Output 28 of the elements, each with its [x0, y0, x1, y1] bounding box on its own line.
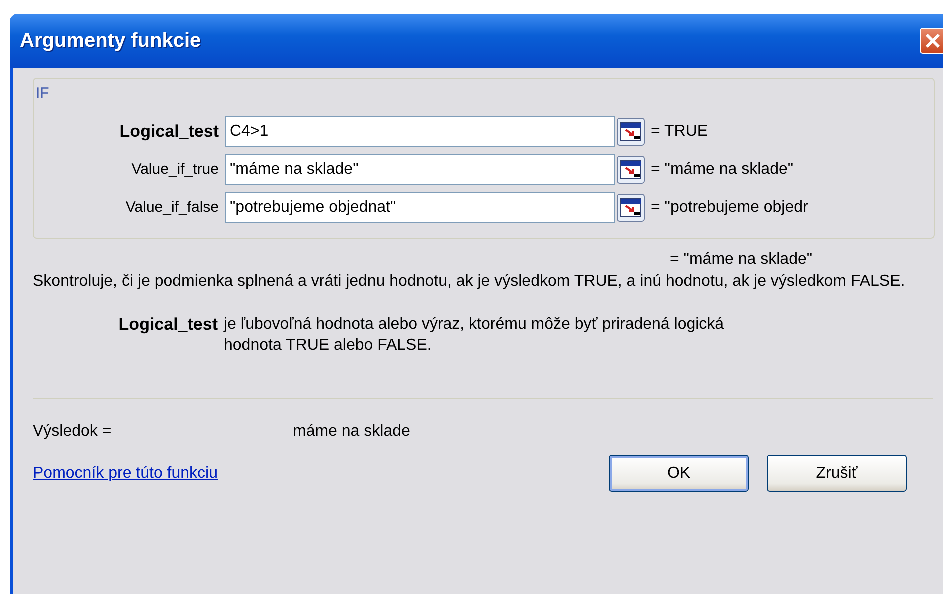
result-label: Výsledok =	[33, 423, 113, 441]
argument-label: Value_if_false	[124, 199, 220, 216]
argument-result: = TRUE	[651, 122, 708, 140]
function-description: Skontroluje, či je podmienka splnená a vráti jednu hodnotu, ak je výsledkom TRUE, a inú hodnotu, ak je výsledkom FALSE.	[33, 272, 906, 292]
function-name: IF	[36, 85, 50, 102]
argument-field[interactable]: "potrebujeme objednat"	[225, 192, 615, 223]
range-picker-icon	[620, 160, 642, 180]
argument-result: = "potrebujeme objedr	[651, 198, 808, 216]
argument-field[interactable]: "máme na sklade"	[225, 154, 615, 185]
range-picker-icon	[620, 122, 642, 142]
close-icon	[924, 32, 942, 50]
result-value: máme na sklade	[293, 423, 410, 441]
argument-result: = "máme na sklade"	[651, 160, 794, 178]
collapse-button[interactable]	[617, 156, 645, 184]
collapse-button[interactable]	[617, 194, 645, 222]
dialog-button[interactable]: Zrušiť	[767, 455, 907, 492]
argument-label: Value_if_true	[130, 161, 220, 178]
dialog-button[interactable]: OK	[609, 455, 749, 492]
range-picker-icon	[620, 198, 642, 218]
window-title: Argumenty funkcie	[20, 30, 202, 52]
argument-label: Logical_test	[118, 122, 220, 142]
help-link[interactable]: Pomocník pre túto funkciu	[33, 464, 591, 482]
argument-name: Logical_test	[118, 314, 219, 336]
collapse-button[interactable]	[617, 118, 645, 146]
close-button[interactable]	[920, 28, 943, 54]
argument-description: je ľubovoľná hodnota alebo výraz, ktorému môže byť priradená logická hodnota TRUE alebo FALSE.	[224, 315, 726, 356]
argument-field[interactable]: C4>1	[225, 116, 615, 147]
formula-result: = "máme na sklade"	[670, 251, 814, 269]
